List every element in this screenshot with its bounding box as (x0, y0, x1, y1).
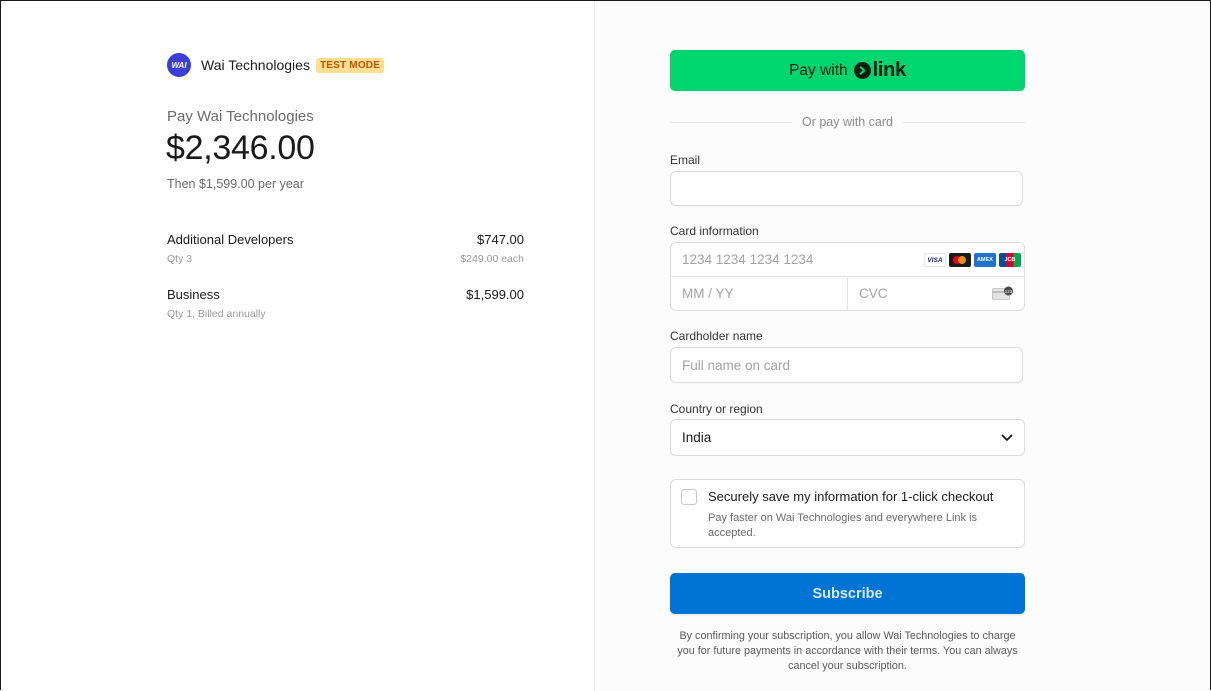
svg-text:123: 123 (1005, 289, 1013, 294)
amex-icon: AMEX (974, 253, 996, 267)
line-item: Additional Developers Qty 3 $747.00 $249… (167, 231, 524, 286)
country-value: India (682, 430, 712, 445)
email-label: Email (670, 153, 701, 167)
or-divider: Or pay with card (670, 115, 1026, 129)
merchant-name: Wai Technologies (201, 57, 310, 73)
card-brands: VISA AMEX JCB (924, 253, 1021, 267)
line-item: Business Qty 1, Billed annually $1,599.0… (167, 286, 524, 341)
line-item-price: $1,599.00 (466, 287, 524, 302)
save-info-title: Securely save my information for 1-click… (708, 489, 994, 504)
cardholder-label: Cardholder name (670, 329, 763, 343)
email-field[interactable] (670, 171, 1023, 206)
test-mode-badge: TEST MODE (315, 57, 385, 73)
line-item-price: $747.00 (477, 232, 524, 247)
pay-with-link-button[interactable]: Pay with link (670, 50, 1025, 91)
or-divider-label: Or pay with card (802, 115, 894, 129)
line-item-unit-price: $249.00 each (460, 253, 524, 265)
mastercard-icon (949, 253, 971, 267)
link-brand-text: link (872, 59, 907, 81)
order-summary-pane: WAI Wai Technologies TEST MODE Pay Wai T… (1, 1, 595, 691)
payment-pane: Pay with link Or pay with card Email Car… (595, 1, 1209, 691)
line-item-name: Business (167, 287, 220, 302)
divider-line (670, 121, 792, 123)
subscription-terms: By confirming your subscription, you all… (677, 630, 1018, 672)
cvc-card-icon: 123 (992, 286, 1014, 300)
recurring-price: Then $1,599.00 per year (167, 177, 304, 191)
total-amount: $2,346.00 (166, 129, 315, 167)
pay-to-label: Pay Wai Technologies (167, 108, 314, 125)
country-select[interactable]: India (670, 419, 1025, 456)
country-label: Country or region (670, 402, 763, 416)
merchant-logo-icon: WAI (167, 53, 191, 77)
visa-icon: VISA (924, 253, 946, 267)
jcb-icon: JCB (999, 253, 1021, 267)
line-item-name: Additional Developers (167, 232, 294, 247)
save-info-checkbox[interactable] (681, 489, 697, 505)
line-items-list: Additional Developers Qty 3 $747.00 $249… (167, 231, 524, 341)
save-info-box: Securely save my information for 1-click… (670, 479, 1025, 548)
divider-line (903, 121, 1026, 123)
line-item-detail: Qty 3 (167, 253, 193, 265)
card-info-label: Card information (670, 224, 759, 238)
card-info-group: VISA AMEX JCB 123 (670, 242, 1025, 311)
card-expiry-field[interactable] (671, 277, 848, 310)
pay-with-link-prefix: Pay with (789, 61, 848, 79)
save-info-description: Pay faster on Wai Technologies and every… (708, 512, 978, 539)
merchant-header[interactable]: WAI Wai Technologies TEST MODE (167, 53, 385, 77)
subscribe-button[interactable]: Subscribe (670, 573, 1025, 614)
cardholder-name-field[interactable] (670, 347, 1023, 383)
link-chevron-icon (853, 62, 871, 79)
chevron-down-icon (1001, 429, 1013, 447)
line-item-detail: Qty 1, Billed annually (167, 308, 266, 320)
